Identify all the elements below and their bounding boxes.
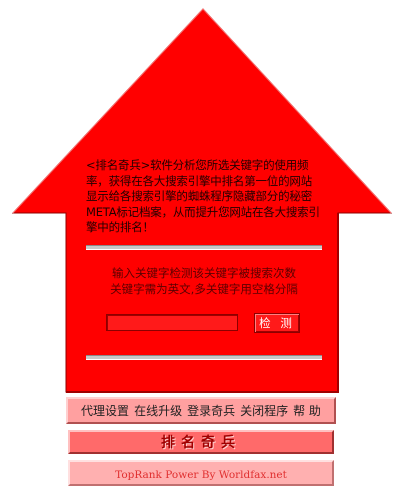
hint-line-1: 输入关键字检测该关键字被搜索次数: [112, 266, 296, 280]
keyword-hint: 输入关键字检测该关键字被搜索次数 关键字需为英文,多关键字用空格分隔: [86, 266, 322, 297]
divider-top: [86, 245, 322, 250]
keyword-input[interactable]: [106, 314, 238, 331]
menu-login[interactable]: 登录奇兵: [187, 402, 235, 419]
app-logo-text: 排名奇兵: [161, 435, 241, 451]
divider-bottom: [86, 355, 322, 360]
menu-online-update[interactable]: 在线升级: [134, 402, 182, 419]
menu-proxy-settings[interactable]: 代理设置: [81, 402, 129, 419]
hint-line-2: 关键字需为英文,多关键字用空格分隔: [110, 281, 298, 296]
logo-bar: 排名奇兵: [68, 430, 334, 454]
credit-link[interactable]: TopRank Power By Worldfax.net: [115, 469, 287, 481]
menu-help[interactable]: 帮 助: [293, 402, 321, 419]
credit-bar: TopRank Power By Worldfax.net: [68, 460, 334, 486]
menu-close-program[interactable]: 关闭程序: [240, 402, 288, 419]
menu-bar: 代理设置 在线升级 登录奇兵 关闭程序 帮 助: [66, 397, 336, 424]
detect-button[interactable]: 检 测: [254, 313, 300, 333]
description-text: <排名奇兵>软件分析您所选关键字的使用频率，获得在各大搜索引擎中排名第一位的网站…: [86, 158, 320, 234]
